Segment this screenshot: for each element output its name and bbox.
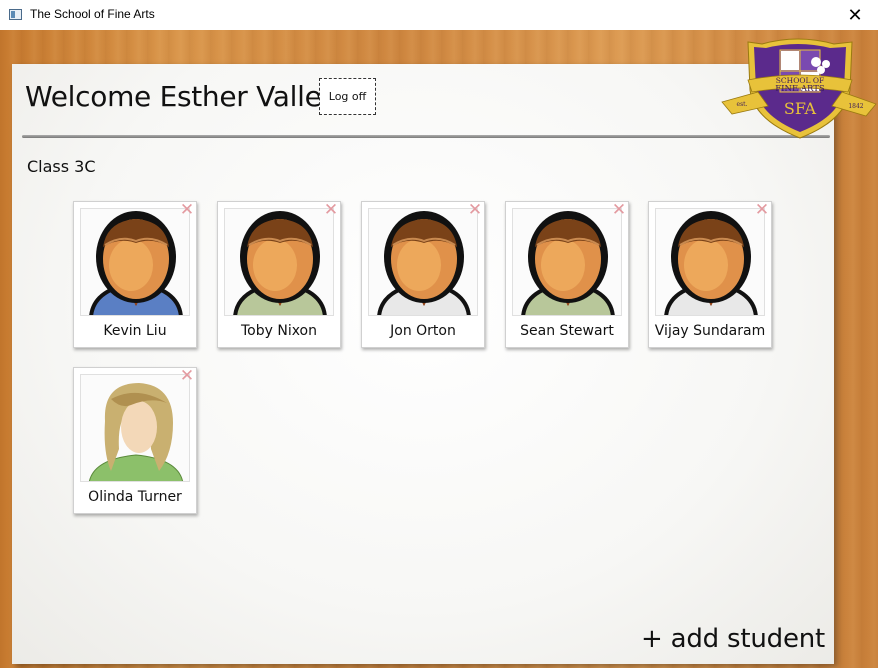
student-name: Sean Stewart: [520, 323, 614, 339]
remove-student-icon[interactable]: ✕: [179, 368, 195, 385]
student-card[interactable]: ✕ Olinda Turner: [73, 367, 197, 514]
student-card[interactable]: ✕ Kevin Liu: [73, 201, 197, 348]
window-title: The School of Fine Arts: [30, 7, 155, 21]
close-icon: ✕: [847, 4, 863, 26]
header-divider: [22, 135, 830, 138]
logoff-button[interactable]: Log off: [319, 78, 376, 115]
female-avatar-icon: [80, 374, 190, 482]
school-crest-logo: SCHOOL OF FINE ARTS SFA est. 1842: [721, 38, 877, 139]
student-card[interactable]: ✕ Jon Orton: [361, 201, 485, 348]
close-button[interactable]: ✕: [832, 0, 878, 30]
male-avatar-icon: [655, 208, 765, 316]
student-name: Kevin Liu: [103, 323, 167, 339]
title-bar: The School of Fine Arts ✕: [0, 0, 878, 30]
remove-student-icon[interactable]: ✕: [467, 202, 483, 219]
remove-student-icon[interactable]: ✕: [754, 202, 770, 219]
welcome-heading: Welcome Esther Valle!: [25, 80, 333, 113]
student-card[interactable]: ✕ Vijay Sundaram: [648, 201, 772, 348]
student-card[interactable]: ✕ Toby Nixon: [217, 201, 341, 348]
remove-student-icon[interactable]: ✕: [179, 202, 195, 219]
male-avatar-icon: [512, 208, 622, 316]
crest-initials: SFA: [784, 99, 817, 118]
male-avatar-icon: [368, 208, 478, 316]
app-icon: [9, 9, 22, 20]
crest-year: 1842: [848, 103, 863, 110]
remove-student-icon[interactable]: ✕: [611, 202, 627, 219]
class-name: Class 3C: [27, 157, 96, 176]
male-avatar-icon: [224, 208, 334, 316]
crest-line2: FINE ARTS: [775, 84, 825, 94]
paper-panel: [12, 64, 834, 664]
student-card[interactable]: ✕ Sean Stewart: [505, 201, 629, 348]
student-name: Jon Orton: [390, 323, 456, 339]
remove-student-icon[interactable]: ✕: [323, 202, 339, 219]
student-name: Vijay Sundaram: [654, 323, 766, 339]
male-avatar-icon: [80, 208, 190, 316]
add-student-button[interactable]: + add student: [641, 624, 825, 654]
crest-est: est.: [737, 101, 748, 108]
student-name: Toby Nixon: [240, 323, 317, 339]
student-name: Olinda Turner: [88, 489, 182, 505]
